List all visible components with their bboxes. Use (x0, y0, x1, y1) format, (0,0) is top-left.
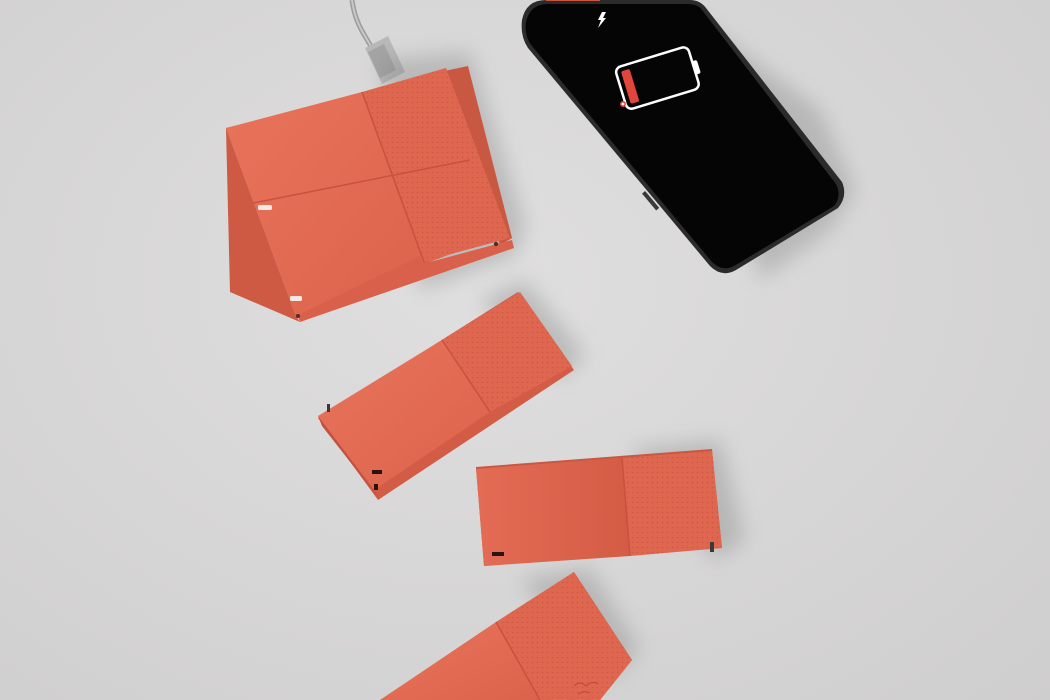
smartphone (521, 0, 845, 274)
module-2-port (492, 552, 504, 556)
product-photo (0, 0, 1050, 700)
power-bank-hub (226, 66, 514, 322)
status-led-top (258, 205, 272, 210)
module-1-port (372, 470, 382, 474)
battery-module-2 (475, 449, 722, 566)
photo-illustration (226, 0, 855, 700)
status-led-bottom (290, 296, 302, 301)
